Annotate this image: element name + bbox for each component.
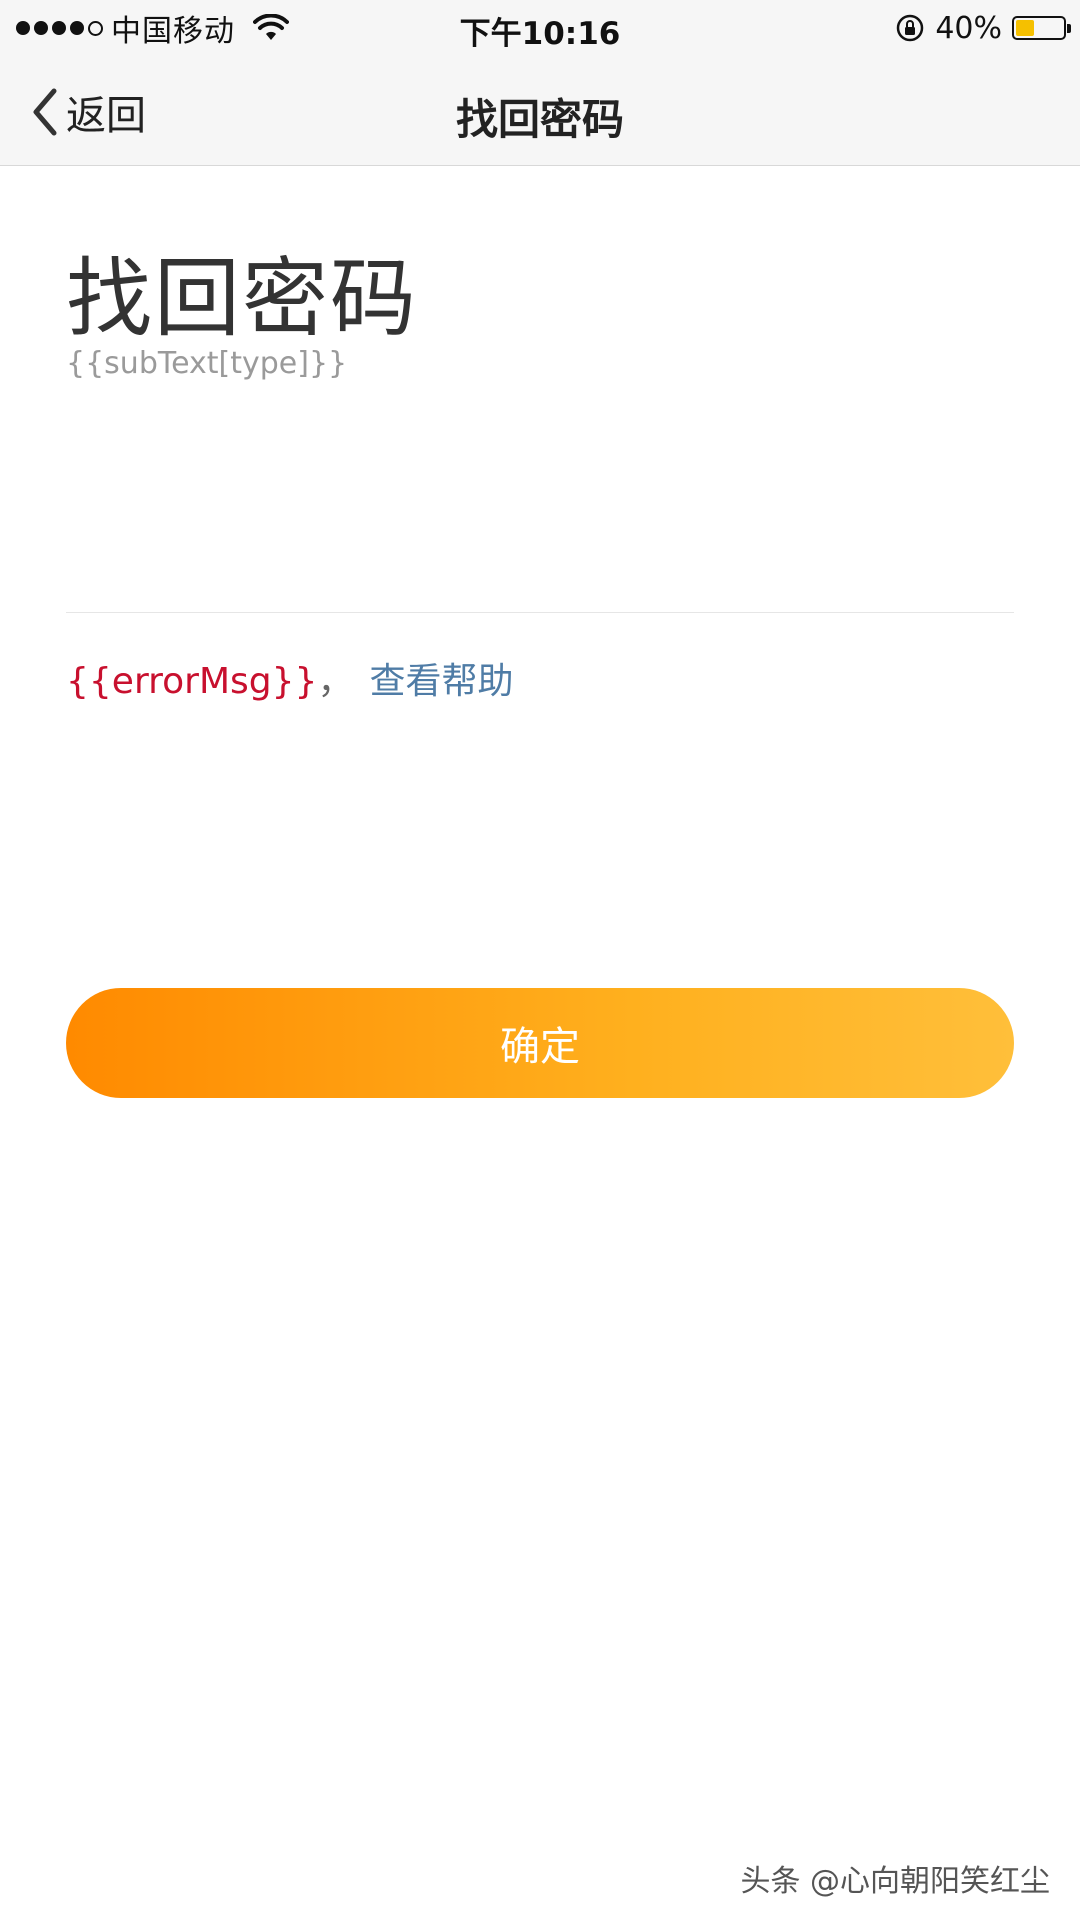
watermark: 头条 @心向朝阳笑红尘 bbox=[740, 1864, 1050, 1899]
nav-bar: 返回 找回密码 bbox=[0, 58, 1080, 166]
input-divider bbox=[66, 612, 1014, 613]
error-row: {{errorMsg}} ， 查看帮助 bbox=[66, 652, 513, 704]
rotation-lock-icon bbox=[897, 14, 924, 42]
status-right: 40% bbox=[895, 8, 1071, 48]
status-bar: 中国移动 下午10:16 40% bbox=[0, 0, 1080, 58]
page-title: 找回密码 bbox=[66, 249, 418, 349]
battery-percent: 40% bbox=[935, 10, 1002, 46]
nav-title: 找回密码 bbox=[455, 95, 624, 144]
battery-level bbox=[1016, 20, 1035, 36]
page: 中国移动 下午10:16 40% 返回 找回密码 找回密码 {{subText[… bbox=[0, 0, 1080, 1920]
help-link[interactable]: 查看帮助 bbox=[369, 652, 513, 704]
confirm-button[interactable]: 确定 bbox=[66, 988, 1014, 1098]
error-separator: ， bbox=[317, 661, 354, 702]
error-message: {{errorMsg}} bbox=[66, 661, 318, 702]
battery-nub bbox=[1067, 24, 1071, 33]
battery-icon bbox=[1012, 16, 1071, 40]
page-subtitle: {{subText[type]}} bbox=[66, 346, 348, 381]
